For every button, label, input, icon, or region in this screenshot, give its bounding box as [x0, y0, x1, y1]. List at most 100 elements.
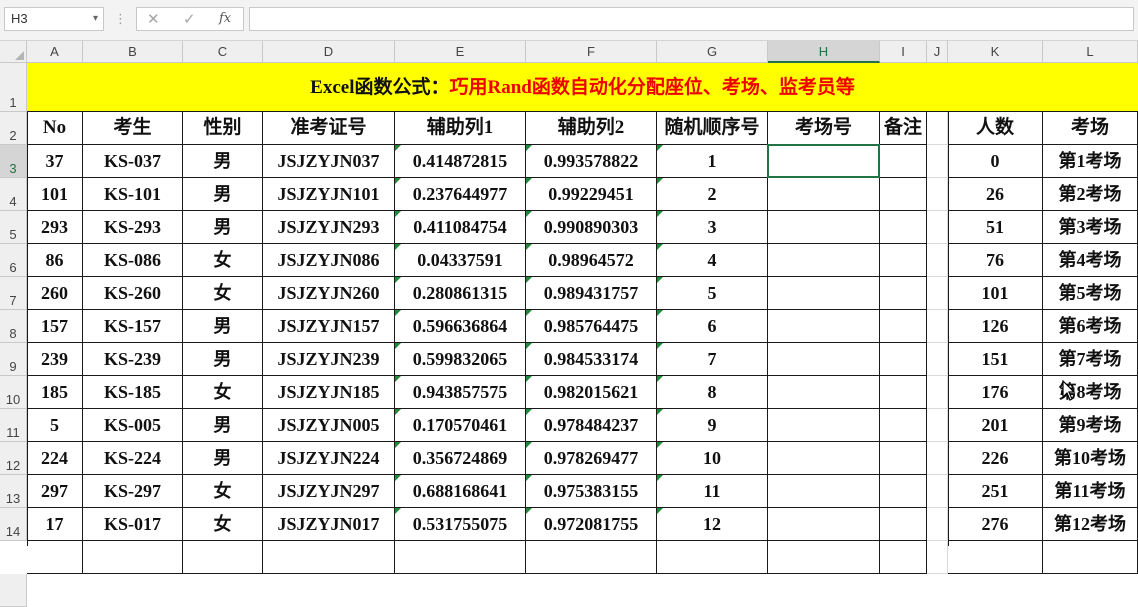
table-cell[interactable]: 0.989431757: [526, 277, 657, 310]
table-cell[interactable]: 1: [657, 145, 768, 178]
name-box[interactable]: H3 ▾: [4, 7, 104, 31]
table-cell[interactable]: 0.599832065: [395, 343, 526, 376]
table-cell[interactable]: [768, 343, 880, 376]
table-cell[interactable]: [880, 409, 927, 442]
empty-cell[interactable]: [927, 145, 948, 178]
row-header[interactable]: 12: [0, 442, 27, 475]
side-table-cell[interactable]: 第8考场: [1043, 376, 1138, 409]
table-cell[interactable]: 101: [27, 178, 83, 211]
side-table-cell[interactable]: 26: [948, 178, 1043, 211]
side-table-cell[interactable]: 第10考场: [1043, 442, 1138, 475]
table-cell[interactable]: 7: [657, 343, 768, 376]
side-table-cell[interactable]: 76: [948, 244, 1043, 277]
side-table-cell[interactable]: 226: [948, 442, 1043, 475]
table-cell[interactable]: 男: [183, 145, 263, 178]
column-header-g[interactable]: G: [657, 41, 768, 63]
empty-cell[interactable]: [927, 178, 948, 211]
table-cell[interactable]: [880, 244, 927, 277]
table-cell[interactable]: 0.982015621: [526, 376, 657, 409]
table-cell[interactable]: [880, 508, 927, 541]
empty-cell[interactable]: [927, 343, 948, 376]
side-table-cell[interactable]: 0: [948, 145, 1043, 178]
table-cell[interactable]: 女: [183, 277, 263, 310]
table-cell[interactable]: 0.531755075: [395, 508, 526, 541]
table-cell[interactable]: 9: [657, 409, 768, 442]
table-cell[interactable]: [768, 211, 880, 244]
formula-input[interactable]: [249, 7, 1134, 31]
x-icon[interactable]: ✕: [147, 10, 160, 28]
table-cell[interactable]: 男: [183, 310, 263, 343]
side-table-cell[interactable]: 第9考场: [1043, 409, 1138, 442]
side-table-cell[interactable]: 276: [948, 508, 1043, 541]
side-table-cell[interactable]: 第12考场: [1043, 508, 1138, 541]
empty-cell[interactable]: [927, 244, 948, 277]
header-cell[interactable]: 准考证号: [263, 112, 395, 145]
title-cell[interactable]: Excel函数公式：巧用Rand函数自动化分配座位、考场、监考员等: [27, 63, 1138, 112]
table-cell[interactable]: JSJZYJN293: [263, 211, 395, 244]
header-cell[interactable]: No: [27, 112, 83, 145]
table-cell[interactable]: 4: [657, 244, 768, 277]
table-cell[interactable]: 2: [657, 178, 768, 211]
table-cell[interactable]: 0.990890303: [526, 211, 657, 244]
table-cell[interactable]: 男: [183, 211, 263, 244]
row-header[interactable]: [0, 574, 27, 607]
row-header[interactable]: 5: [0, 211, 27, 244]
column-header-d[interactable]: D: [263, 41, 395, 63]
side-table-cell[interactable]: 101: [948, 277, 1043, 310]
header-cell[interactable]: 考生: [83, 112, 183, 145]
row-header[interactable]: 3: [0, 145, 27, 178]
header-cell[interactable]: 辅助列1: [395, 112, 526, 145]
table-cell[interactable]: 女: [183, 244, 263, 277]
table-cell[interactable]: KS-017: [83, 508, 183, 541]
table-cell[interactable]: 男: [183, 178, 263, 211]
table-cell[interactable]: 86: [27, 244, 83, 277]
table-cell[interactable]: [768, 442, 880, 475]
chevron-down-icon[interactable]: ▾: [93, 8, 98, 30]
row-header[interactable]: 1: [0, 63, 27, 112]
table-cell[interactable]: 260: [27, 277, 83, 310]
table-cell[interactable]: KS-297: [83, 475, 183, 508]
header-cell[interactable]: 考场号: [768, 112, 880, 145]
table-cell[interactable]: 0.98964572: [526, 244, 657, 277]
header-cell[interactable]: 备注: [880, 112, 927, 145]
row-header[interactable]: 8: [0, 310, 27, 343]
table-cell[interactable]: [768, 310, 880, 343]
column-header-a[interactable]: A: [27, 41, 83, 63]
table-cell[interactable]: [880, 343, 927, 376]
table-cell[interactable]: 女: [183, 508, 263, 541]
table-cell[interactable]: 10: [657, 442, 768, 475]
empty-cell[interactable]: [927, 376, 948, 409]
table-cell[interactable]: 5: [27, 409, 83, 442]
table-cell[interactable]: KS-239: [83, 343, 183, 376]
table-cell[interactable]: [768, 178, 880, 211]
select-all-corner[interactable]: [0, 41, 27, 63]
table-cell[interactable]: [768, 244, 880, 277]
empty-cell[interactable]: [927, 112, 948, 145]
table-cell[interactable]: 8: [657, 376, 768, 409]
column-header-f[interactable]: F: [526, 41, 657, 63]
column-header-h[interactable]: H: [768, 41, 880, 63]
table-cell[interactable]: JSJZYJN157: [263, 310, 395, 343]
row-header[interactable]: 7: [0, 277, 27, 310]
side-table-cell[interactable]: 251: [948, 475, 1043, 508]
row-header[interactable]: 4: [0, 178, 27, 211]
header-cell[interactable]: 随机顺序号: [657, 112, 768, 145]
side-table-cell[interactable]: 第5考场: [1043, 277, 1138, 310]
table-cell[interactable]: 男: [183, 343, 263, 376]
empty-cell[interactable]: [927, 409, 948, 442]
table-cell[interactable]: KS-157: [83, 310, 183, 343]
table-cell[interactable]: 297: [27, 475, 83, 508]
side-table-cell[interactable]: 126: [948, 310, 1043, 343]
table-cell[interactable]: 0.356724869: [395, 442, 526, 475]
row-header[interactable]: 13: [0, 475, 27, 508]
header-cell[interactable]: 辅助列2: [526, 112, 657, 145]
table-cell[interactable]: KS-224: [83, 442, 183, 475]
side-table-cell[interactable]: 第11考场: [1043, 475, 1138, 508]
table-cell[interactable]: 男: [183, 442, 263, 475]
table-cell[interactable]: JSJZYJN239: [263, 343, 395, 376]
table-cell[interactable]: 0.280861315: [395, 277, 526, 310]
table-cell[interactable]: JSJZYJN260: [263, 277, 395, 310]
table-cell[interactable]: KS-086: [83, 244, 183, 277]
side-header-cell[interactable]: 人数: [948, 112, 1043, 145]
table-cell[interactable]: 女: [183, 376, 263, 409]
